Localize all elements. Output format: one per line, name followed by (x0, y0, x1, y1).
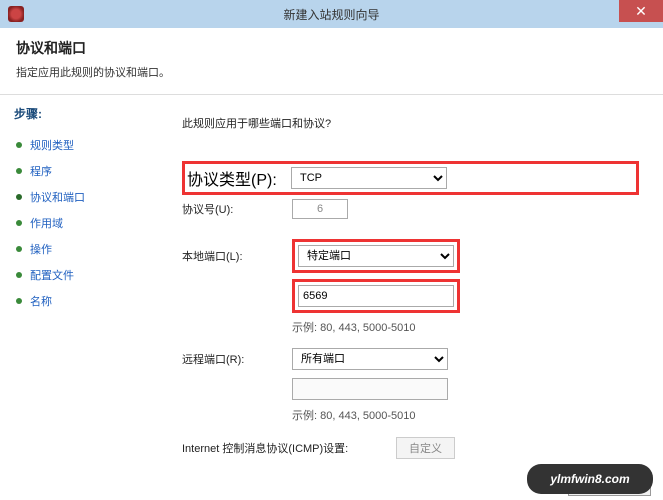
protocol-number-label: 协议号(U): (182, 201, 292, 217)
remote-port-label: 远程端口(R): (182, 351, 292, 367)
close-button[interactable]: ✕ (619, 0, 663, 22)
step-label: 操作 (30, 241, 52, 257)
step-rule-type[interactable]: 规则类型 (12, 132, 168, 158)
remote-port-example: 示例: 80, 443, 5000-5010 (292, 407, 639, 423)
protocol-type-highlight: 协议类型(P): TCP (182, 161, 639, 195)
local-port-mode-highlight: 特定端口 (292, 239, 460, 273)
page-header: 协议和端口 指定应用此规则的协议和端口。 (0, 28, 663, 95)
body: 步骤: 规则类型 程序 协议和端口 作用域 操作 配置文件 名称 此规则应用于哪… (0, 95, 663, 495)
protocol-number-input[interactable] (292, 199, 348, 219)
local-port-example: 示例: 80, 443, 5000-5010 (292, 319, 639, 335)
step-scope[interactable]: 作用域 (12, 210, 168, 236)
icmp-row: Internet 控制消息协议(ICMP)设置: 自定义 (182, 437, 639, 459)
local-port-mode-select[interactable]: 特定端口 (298, 245, 454, 267)
protocol-type-label: 协议类型(P): (187, 166, 291, 190)
step-profile[interactable]: 配置文件 (12, 262, 168, 288)
remote-port-row: 远程端口(R): 所有端口 (182, 347, 639, 371)
local-port-value-highlight (292, 279, 460, 313)
watermark: ylmfwin8.com (527, 464, 653, 494)
step-label: 作用域 (30, 215, 63, 231)
titlebar: 新建入站规则向导 ✕ (0, 0, 663, 28)
local-port-row: 本地端口(L): 特定端口 (182, 239, 639, 273)
local-port-input[interactable] (298, 285, 454, 307)
step-label: 程序 (30, 163, 52, 179)
step-protocol-port[interactable]: 协议和端口 (12, 184, 168, 210)
bullet-icon (16, 298, 22, 304)
step-label: 协议和端口 (30, 189, 85, 205)
remote-port-value-row (182, 377, 639, 401)
bullet-icon (16, 168, 22, 174)
window-title: 新建入站规则向导 (283, 6, 379, 23)
bullet-icon (16, 142, 22, 148)
customize-button[interactable]: 自定义 (396, 437, 455, 459)
bullet-icon (16, 246, 22, 252)
page-subtitle: 指定应用此规则的协议和端口。 (16, 64, 647, 80)
step-name[interactable]: 名称 (12, 288, 168, 314)
content-prompt: 此规则应用于哪些端口和协议? (182, 115, 639, 131)
bullet-icon (16, 220, 22, 226)
steps-heading: 步骤: (12, 105, 168, 122)
app-icon (8, 6, 24, 22)
step-label: 规则类型 (30, 137, 74, 153)
icmp-label: Internet 控制消息协议(ICMP)设置: (182, 440, 396, 456)
remote-port-input[interactable] (292, 378, 448, 400)
step-label: 配置文件 (30, 267, 74, 283)
step-label: 名称 (30, 293, 52, 309)
steps-sidebar: 步骤: 规则类型 程序 协议和端口 作用域 操作 配置文件 名称 (0, 95, 168, 495)
protocol-type-select[interactable]: TCP (291, 167, 447, 189)
protocol-number-row: 协议号(U): (182, 197, 639, 221)
local-port-label: 本地端口(L): (182, 248, 292, 264)
step-action[interactable]: 操作 (12, 236, 168, 262)
page-title: 协议和端口 (16, 38, 647, 58)
remote-port-mode-select[interactable]: 所有端口 (292, 348, 448, 370)
bullet-icon (16, 272, 22, 278)
step-program[interactable]: 程序 (12, 158, 168, 184)
bullet-icon (16, 194, 22, 200)
local-port-value-row (182, 279, 639, 313)
content-panel: 此规则应用于哪些端口和协议? 协议类型(P): TCP 协议号(U): 本地端口… (168, 95, 663, 495)
